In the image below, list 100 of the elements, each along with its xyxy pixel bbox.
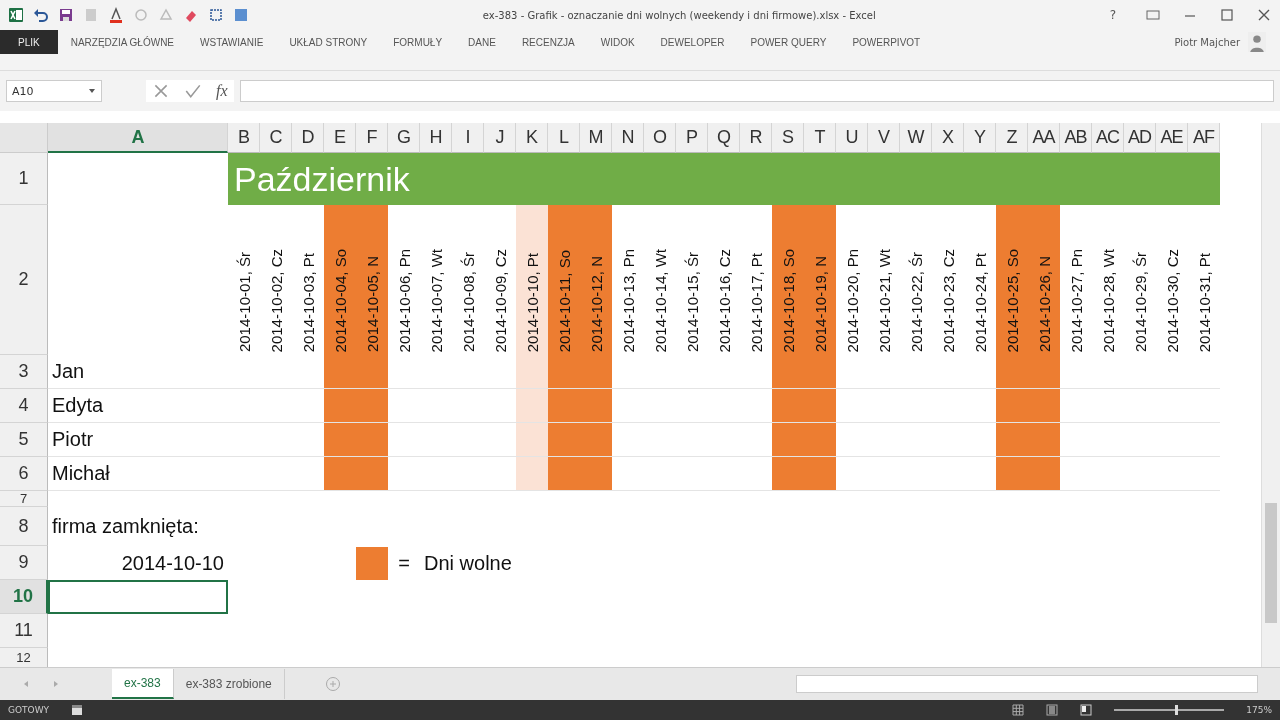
column-header[interactable]: Y — [964, 123, 996, 153]
column-header[interactable]: R — [740, 123, 772, 153]
row-header[interactable]: 11 — [0, 614, 48, 648]
cancel-icon[interactable] — [152, 82, 170, 100]
date-header-cell: 2014-10-18, So — [772, 205, 804, 355]
date-header-cell: 2014-10-04, So — [324, 205, 356, 355]
date-header-cell: 2014-10-05, N — [356, 205, 388, 355]
user-name[interactable]: Piotr Majcher — [1174, 36, 1240, 48]
column-header[interactable]: AC — [1092, 123, 1124, 153]
column-header[interactable]: N — [612, 123, 644, 153]
ribbon-tab[interactable]: POWER QUERY — [737, 30, 840, 54]
window-title: ex-383 - Grafik - oznaczanie dni wolnych (weekendy i dni firmowe).xlsx - Excel — [481, 9, 877, 21]
column-header[interactable]: K — [516, 123, 548, 153]
sheet-tab[interactable]: ex-383 zrobione — [173, 669, 285, 699]
horizontal-scrollbar[interactable] — [796, 675, 1258, 693]
shape-icon[interactable] — [133, 7, 149, 23]
macro-record-icon[interactable] — [71, 704, 84, 716]
row-header[interactable]: 4 — [0, 389, 48, 423]
zoom-level[interactable]: 175% — [1246, 705, 1272, 715]
row-header[interactable]: 2 — [0, 205, 48, 355]
column-header[interactable]: D — [292, 123, 324, 153]
ribbon-tab[interactable]: RECENZJA — [508, 30, 588, 54]
column-header[interactable]: I — [452, 123, 484, 153]
column-header[interactable]: O — [644, 123, 676, 153]
document-icon[interactable] — [83, 7, 99, 23]
active-cell[interactable] — [48, 580, 228, 614]
column-header[interactable]: F — [356, 123, 388, 153]
shape-icon[interactable] — [158, 7, 174, 23]
row-header[interactable]: 7 — [0, 491, 48, 507]
column-header[interactable]: M — [580, 123, 612, 153]
closed-label: firma zamknięta: — [51, 514, 200, 539]
ribbon-tab[interactable]: NARZĘDZIA GŁÓWNE — [57, 30, 188, 54]
column-header[interactable]: H — [420, 123, 452, 153]
day-off-cell — [548, 423, 580, 457]
insert-function-button[interactable]: fx — [216, 82, 228, 100]
ribbon-tab[interactable]: WIDOK — [587, 30, 648, 54]
row-header[interactable]: 10 — [0, 580, 48, 614]
column-header[interactable]: AD — [1124, 123, 1156, 153]
formula-input[interactable] — [239, 80, 1274, 102]
row-header[interactable]: 12 — [0, 648, 48, 667]
font-color-icon[interactable] — [108, 7, 124, 23]
row-header[interactable]: 5 — [0, 423, 48, 457]
column-header[interactable]: X — [932, 123, 964, 153]
date-header-cell: 2014-10-19, N — [804, 205, 836, 355]
column-header[interactable]: AE — [1156, 123, 1188, 153]
ribbon-tab[interactable]: POWERPIVOT — [839, 30, 934, 54]
close-icon[interactable] — [1256, 7, 1272, 23]
day-off-cell — [548, 389, 580, 423]
column-header[interactable]: G — [388, 123, 420, 153]
column-header[interactable]: S — [772, 123, 804, 153]
ribbon-tab[interactable]: WSTAWIANIE — [187, 30, 277, 54]
column-header[interactable]: AA — [1028, 123, 1060, 153]
page-layout-icon[interactable] — [1046, 704, 1059, 716]
ribbon-tab[interactable]: DANE — [455, 30, 509, 54]
check-icon[interactable] — [184, 82, 202, 100]
column-header[interactable]: AB — [1060, 123, 1092, 153]
scroll-left-icon[interactable] — [22, 680, 30, 688]
row-header[interactable]: 8 — [0, 507, 48, 546]
column-header[interactable]: T — [804, 123, 836, 153]
page-break-icon[interactable] — [1080, 704, 1093, 716]
column-header[interactable]: AF — [1188, 123, 1220, 153]
column-header[interactable]: C — [260, 123, 292, 153]
row-header[interactable]: 3 — [0, 355, 48, 389]
add-sheet-icon[interactable] — [324, 676, 341, 692]
ribbon-display-icon[interactable] — [1145, 7, 1161, 23]
vertical-scrollbar[interactable] — [1261, 123, 1280, 667]
ribbon-tab[interactable]: DEWELOPER — [647, 30, 738, 54]
column-header[interactable]: J — [484, 123, 516, 153]
sheet-tab[interactable]: ex-383 — [112, 669, 174, 699]
scroll-right-icon[interactable] — [52, 680, 60, 688]
column-header[interactable]: Z — [996, 123, 1028, 153]
row-header[interactable]: 9 — [0, 546, 48, 580]
border-icon[interactable] — [208, 7, 224, 23]
date-header-cell: 2014-10-10, Pt — [516, 205, 548, 355]
maximize-icon[interactable] — [1219, 7, 1235, 23]
ribbon-tab[interactable]: PLIK — [0, 30, 58, 54]
column-header[interactable]: Q — [708, 123, 740, 153]
help-button[interactable]: ? — [1109, 8, 1116, 22]
table-icon[interactable] — [233, 7, 249, 23]
column-header[interactable]: B — [228, 123, 260, 153]
column-header[interactable]: L — [548, 123, 580, 153]
column-header[interactable]: W — [900, 123, 932, 153]
excel-icon[interactable] — [8, 7, 24, 23]
row-header[interactable]: 1 — [0, 153, 48, 205]
legend-label: Dni wolne — [423, 550, 513, 576]
date-header-cell: 2014-10-12, N — [580, 205, 612, 355]
column-header[interactable]: U — [836, 123, 868, 153]
column-header[interactable]: E — [324, 123, 356, 153]
save-icon[interactable] — [58, 7, 74, 23]
row-header[interactable]: 6 — [0, 457, 48, 491]
date-header-cell: 2014-10-26, N — [1028, 205, 1060, 355]
name-box[interactable]: A10 — [6, 80, 102, 102]
ribbon-tab[interactable]: FORMUŁY — [380, 30, 456, 54]
column-header[interactable]: V — [868, 123, 900, 153]
undo-icon[interactable] — [33, 7, 49, 23]
column-header[interactable]: P — [676, 123, 708, 153]
ribbon-tab[interactable]: UKŁAD STRONY — [276, 30, 381, 54]
day-off-cell — [548, 457, 580, 491]
column-header[interactable]: A — [48, 123, 228, 153]
normal-view-icon[interactable] — [1012, 704, 1025, 716]
